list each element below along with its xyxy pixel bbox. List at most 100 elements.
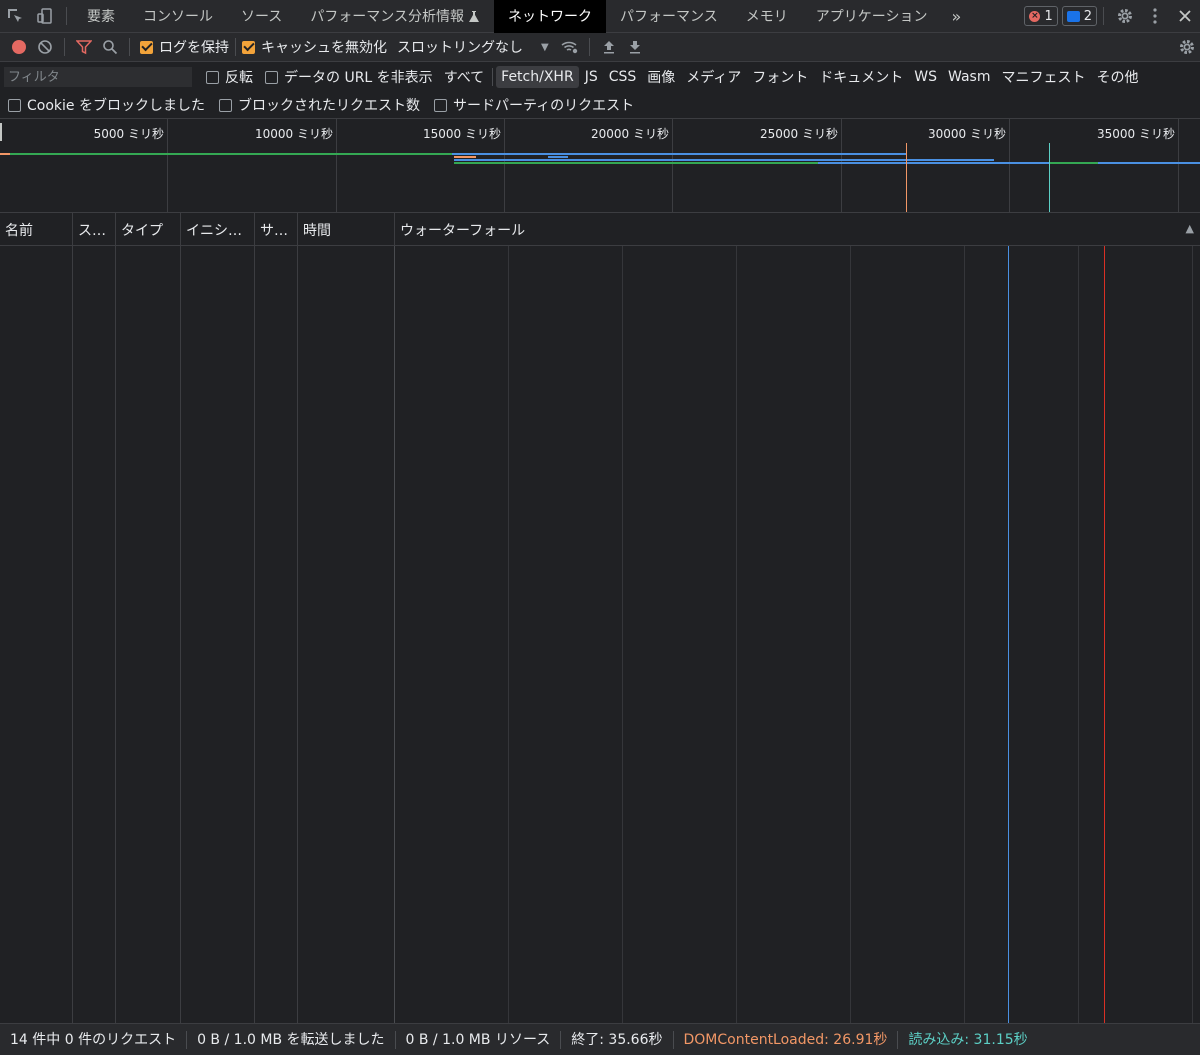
tab-performance[interactable]: パフォーマンス <box>606 0 732 33</box>
type-filter-font[interactable]: フォント <box>747 64 813 90</box>
waterfall-gridline <box>736 246 737 1023</box>
tab-elements[interactable]: 要素 <box>73 0 129 33</box>
throttling-select[interactable]: スロットリングなし ▼ <box>397 37 549 57</box>
blocked-requests-check[interactable] <box>218 98 232 112</box>
summary-dom-content-loaded: DOMContentLoaded: 26.91秒 <box>674 1030 899 1049</box>
overview-load-marker <box>1049 143 1050 212</box>
summary-requests: 14 件中 0 件のリクエスト <box>0 1030 188 1049</box>
tab-console[interactable]: コンソール <box>129 0 227 33</box>
column-header-name[interactable]: 名前 <box>0 213 73 246</box>
invert-checkbox[interactable]: 反転 <box>206 67 253 87</box>
type-filter-all[interactable]: すべて <box>439 64 489 90</box>
overview-gridline <box>1009 119 1010 212</box>
hide-data-urls-check[interactable] <box>265 70 278 84</box>
column-header-size[interactable]: サ… <box>255 213 298 246</box>
request-table-header: 名前 ス… タイプ イニシ… サ… 時間 ウォーターフォール ▲ <box>0 213 1200 246</box>
waterfall-load-marker <box>1104 246 1105 1023</box>
type-filter-image[interactable]: 画像 <box>642 64 680 90</box>
separator <box>66 7 67 25</box>
upload-icon <box>603 41 614 54</box>
network-overview[interactable]: 5000 ミリ秒 10000 ミリ秒 15000 ミリ秒 20000 ミリ秒 2… <box>0 119 1200 213</box>
type-filter-document[interactable]: ドキュメント <box>814 64 908 90</box>
invert-check[interactable] <box>206 70 219 84</box>
filter-button[interactable] <box>71 34 97 60</box>
overview-bar <box>454 162 818 164</box>
errors-badge[interactable]: × 1 <box>1024 6 1058 26</box>
third-party-label: サードパーティのリクエスト <box>452 98 635 114</box>
export-har-button[interactable] <box>622 34 648 60</box>
summary-resources: 0 B / 1.0 MB リソース <box>396 1030 562 1049</box>
waterfall-gridline <box>1078 246 1079 1023</box>
flask-icon <box>469 10 480 22</box>
record-icon <box>12 40 26 54</box>
disable-cache-check[interactable] <box>242 40 255 54</box>
tab-sources[interactable]: ソース <box>227 0 296 33</box>
blocked-cookies-check[interactable] <box>8 98 21 112</box>
separator <box>492 68 494 86</box>
search-button[interactable] <box>97 34 123 60</box>
column-divider <box>254 246 255 1023</box>
blocked-filters-bar: Cookie をブロックしました ブロックされたリクエスト数 サードパーティのリ… <box>0 92 1200 119</box>
network-conditions-button[interactable] <box>557 34 583 60</box>
tab-application[interactable]: アプリケーション <box>802 0 942 33</box>
messages-badge[interactable]: 2 <box>1061 6 1097 26</box>
devtools-tabbar: 要素 コンソール ソース パフォーマンス分析情報 ネットワーク パフォーマンス … <box>0 0 1200 33</box>
type-filter-media[interactable]: メディア <box>681 64 746 90</box>
type-filter-wasm[interactable]: Wasm <box>943 66 995 88</box>
sort-ascending-icon: ▲ <box>1185 222 1194 235</box>
blocked-cookies-label: Cookie をブロックしました <box>27 98 205 114</box>
overview-gridline <box>841 119 842 212</box>
waterfall-dom-content-loaded-marker <box>1008 246 1009 1023</box>
tab-performance-insights-label: パフォーマンス分析情報 <box>310 9 465 25</box>
tab-memory[interactable]: メモリ <box>732 0 802 33</box>
type-filter-css[interactable]: CSS <box>604 66 642 88</box>
preserve-log-checkbox[interactable]: ログを保持 <box>140 37 229 57</box>
type-filter-fetch-xhr[interactable]: Fetch/XHR <box>496 66 579 88</box>
network-toolbar: ログを保持 キャッシュを無効化 スロットリングなし ▼ <box>0 33 1200 62</box>
column-header-waterfall[interactable]: ウォーターフォール ▲ <box>395 213 1200 246</box>
third-party-check[interactable] <box>433 98 447 112</box>
third-party-checkbox[interactable]: サードパーティのリクエスト <box>433 95 635 115</box>
close-devtools-icon[interactable] <box>1170 0 1200 33</box>
summary-transferred: 0 B / 1.0 MB を転送しました <box>187 1030 396 1049</box>
overview-tick-15000: 15000 ミリ秒 <box>423 127 501 141</box>
tab-performance-insights[interactable]: パフォーマンス分析情報 <box>296 0 494 33</box>
filter-input[interactable] <box>4 67 192 87</box>
column-header-type[interactable]: タイプ <box>116 213 181 246</box>
disable-cache-checkbox[interactable]: キャッシュを無効化 <box>242 37 387 57</box>
kebab-menu-icon[interactable] <box>1140 0 1170 33</box>
type-filter-ws[interactable]: WS <box>909 66 942 88</box>
network-settings-gear-icon[interactable] <box>1174 34 1200 60</box>
overview-gridline <box>504 119 505 212</box>
preserve-log-check[interactable] <box>140 40 153 54</box>
column-header-status[interactable]: ス… <box>73 213 116 246</box>
separator <box>129 38 130 56</box>
overview-window-handle[interactable] <box>0 123 2 141</box>
overview-tick-5000: 5000 ミリ秒 <box>93 127 164 141</box>
hide-data-urls-checkbox[interactable]: データの URL を非表示 <box>265 67 433 87</box>
overview-tick-10000: 10000 ミリ秒 <box>255 127 333 141</box>
clear-button[interactable] <box>32 34 58 60</box>
blocked-requests-checkbox[interactable]: ブロックされたリクエスト数 <box>218 95 420 115</box>
more-tabs-button[interactable]: » <box>942 7 972 26</box>
device-toolbar-icon[interactable] <box>30 0 60 33</box>
settings-gear-icon[interactable] <box>1110 0 1140 33</box>
throttling-value: スロットリングなし <box>397 40 523 56</box>
type-filter-js[interactable]: JS <box>580 66 603 88</box>
type-filter-other[interactable]: その他 <box>1092 64 1144 90</box>
overview-bar <box>454 159 994 161</box>
column-header-time[interactable]: 時間 <box>298 213 395 246</box>
message-icon <box>1066 10 1080 22</box>
tab-network[interactable]: ネットワーク <box>494 0 607 33</box>
overview-bar <box>1050 162 1098 164</box>
record-button[interactable] <box>6 34 32 60</box>
network-summary-bar: 14 件中 0 件のリクエスト 0 B / 1.0 MB を転送しました 0 B… <box>0 1023 1200 1055</box>
type-filter-manifest[interactable]: マニフェスト <box>997 64 1091 90</box>
inspect-element-icon[interactable] <box>0 0 30 33</box>
download-icon <box>629 41 640 54</box>
column-header-initiator[interactable]: イニシ… <box>181 213 255 246</box>
import-har-button[interactable] <box>596 34 622 60</box>
blocked-cookies-checkbox[interactable]: Cookie をブロックしました <box>8 95 205 115</box>
overview-tick-30000: 30000 ミリ秒 <box>928 127 1006 141</box>
chevron-down-icon: ▼ <box>541 41 549 53</box>
